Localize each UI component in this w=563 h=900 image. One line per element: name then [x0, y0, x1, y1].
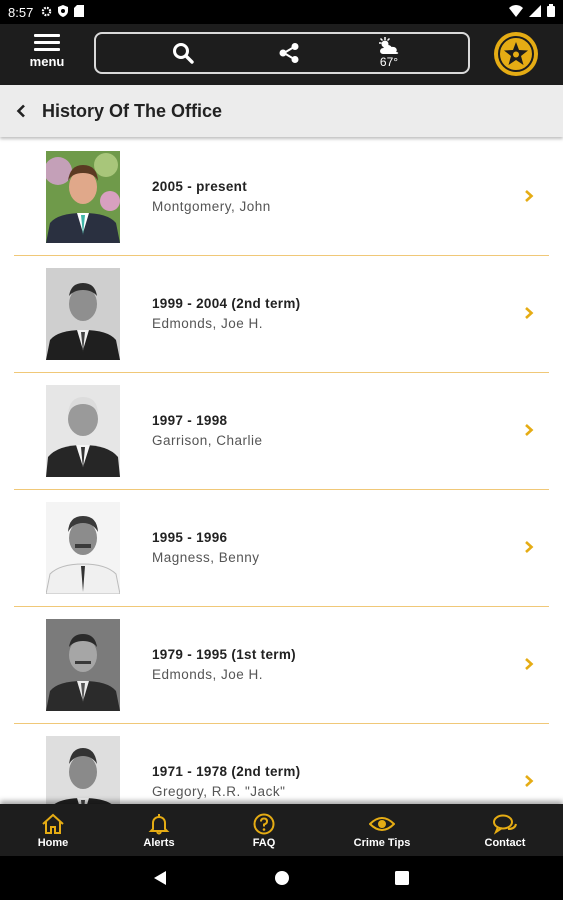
bottom-navigation: Home Alerts FAQ Crime Tips Contact	[0, 804, 563, 856]
officer-photo	[46, 151, 120, 243]
nav-contact-label: Contact	[484, 836, 526, 849]
nav-home-label: Home	[37, 836, 69, 849]
settings-status-icon	[41, 5, 52, 20]
list-item[interactable]: 1971 - 1978 (2nd term) Gregory, R.R. "Ja…	[14, 724, 549, 804]
search-button[interactable]	[168, 34, 198, 72]
nav-contact[interactable]: Contact	[474, 804, 536, 856]
signal-icon	[529, 4, 541, 20]
officer-photo	[46, 619, 120, 711]
chevron-right-icon	[525, 541, 534, 553]
shield-status-icon	[58, 4, 69, 20]
sd-card-status-icon	[74, 4, 85, 20]
nav-crime-tips[interactable]: Crime Tips	[344, 804, 420, 856]
term-years: 2005 - present	[152, 179, 247, 194]
quick-actions-pill: 67°	[94, 32, 470, 74]
nav-crime-tips-label: Crime Tips	[353, 836, 411, 849]
chevron-right-icon	[525, 424, 534, 436]
term-years: 1979 - 1995 (1st term)	[152, 647, 296, 662]
menu-button[interactable]: menu	[24, 34, 70, 74]
system-home-button[interactable]	[272, 868, 292, 888]
top-app-bar: menu 67°	[0, 24, 563, 85]
chevron-right-icon	[525, 307, 534, 319]
page-title: History Of The Office	[42, 100, 223, 121]
wifi-icon	[509, 4, 523, 20]
system-navigation-bar	[0, 856, 563, 900]
nav-faq-label: FAQ	[252, 836, 276, 849]
chevron-left-icon	[16, 104, 25, 118]
chevron-right-icon	[525, 190, 534, 202]
chevron-right-icon	[525, 658, 534, 670]
home-icon	[42, 813, 64, 834]
recents-square-icon	[395, 871, 409, 885]
chat-icon	[493, 814, 517, 835]
list-item[interactable]: 1995 - 1996 Magness, Benny	[14, 490, 549, 607]
officer-photo	[46, 736, 120, 804]
list-item[interactable]: 1979 - 1995 (1st term) Edmonds, Joe H.	[14, 607, 549, 724]
officer-name: Garrison, Charlie	[152, 433, 263, 448]
officer-name: Magness, Benny	[152, 550, 260, 565]
nav-alerts-label: Alerts	[143, 836, 175, 849]
officer-photo	[46, 385, 120, 477]
share-button[interactable]	[274, 34, 304, 72]
partly-cloudy-icon	[379, 37, 399, 54]
officer-history-list: 2005 - present Montgomery, John 1999 - 2…	[0, 139, 563, 804]
term-years: 1995 - 1996	[152, 530, 228, 545]
page-header: History Of The Office	[0, 85, 563, 137]
system-recents-button[interactable]	[392, 868, 412, 888]
officer-name: Edmonds, Joe H.	[152, 667, 264, 682]
chevron-right-icon	[525, 775, 534, 787]
back-triangle-icon	[154, 871, 166, 885]
menu-label: menu	[29, 54, 65, 69]
home-circle-icon	[275, 871, 289, 885]
officer-name: Edmonds, Joe H.	[152, 316, 264, 331]
battery-icon	[547, 4, 555, 20]
term-years: 1999 - 2004 (2nd term)	[152, 296, 301, 311]
officer-photo	[46, 268, 120, 360]
hamburger-icon	[34, 34, 60, 51]
officer-photo	[46, 502, 120, 594]
status-bar: 8:57	[0, 0, 563, 24]
status-time: 8:57	[8, 4, 34, 20]
question-icon	[253, 813, 275, 834]
list-item[interactable]: 1999 - 2004 (2nd term) Edmonds, Joe H.	[14, 256, 549, 373]
bell-icon	[148, 813, 170, 834]
search-icon	[173, 43, 194, 64]
list-item[interactable]: 2005 - present Montgomery, John	[14, 139, 549, 256]
officer-name: Montgomery, John	[152, 199, 271, 214]
weather-temperature: 67°	[379, 55, 399, 69]
sheriff-badge-logo[interactable]	[494, 32, 538, 76]
officer-name: Gregory, R.R. "Jack"	[152, 784, 286, 799]
nav-faq[interactable]: FAQ	[233, 804, 295, 856]
term-years: 1997 - 1998	[152, 413, 228, 428]
back-button[interactable]	[0, 85, 42, 137]
nav-home[interactable]: Home	[22, 804, 84, 856]
system-back-button[interactable]	[150, 868, 170, 888]
sheriff-star-icon	[504, 42, 528, 65]
nav-alerts[interactable]: Alerts	[128, 804, 190, 856]
weather-button[interactable]: 67°	[372, 34, 406, 72]
list-item[interactable]: 1997 - 1998 Garrison, Charlie	[14, 373, 549, 490]
eye-icon	[369, 816, 395, 831]
term-years: 1971 - 1978 (2nd term)	[152, 764, 301, 779]
share-icon	[279, 43, 299, 63]
